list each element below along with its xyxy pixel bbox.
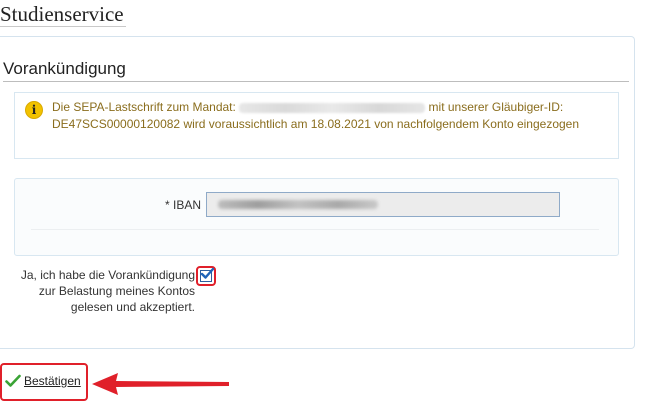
checkmark-icon [200, 267, 214, 279]
confirmation-checkbox[interactable] [200, 267, 214, 282]
content-panel: Vorankündigung i Die SEPA-Lastschrift zu… [0, 36, 635, 349]
confirm-button-highlight: Bestätigen [0, 363, 88, 401]
form-divider [31, 229, 599, 230]
iban-label: * IBAN [165, 198, 202, 212]
iban-form: * IBAN [14, 178, 619, 256]
iban-input[interactable] [206, 192, 560, 217]
redacted-iban [218, 200, 378, 209]
page-title: Studienservice [0, 2, 126, 27]
annotation-arrow-icon [92, 373, 229, 395]
confirm-button-label: Bestätigen [24, 374, 81, 388]
checkbox-highlight [196, 266, 216, 286]
confirmation-label: Ja, ich habe die Vorankündigung zur Bela… [20, 268, 195, 314]
info-text-before: Die SEPA-Lastschrift zum Mandat: [52, 100, 236, 114]
info-message-text: Die SEPA-Lastschrift zum Mandat: mit uns… [52, 99, 612, 133]
redacted-mandate [239, 102, 426, 113]
check-icon [5, 374, 21, 387]
info-message-box: i Die SEPA-Lastschrift zum Mandat: mit u… [14, 92, 619, 159]
info-icon: i [25, 101, 43, 119]
confirm-button[interactable]: Bestätigen [5, 374, 81, 388]
section-title: Vorankündigung [3, 58, 629, 82]
